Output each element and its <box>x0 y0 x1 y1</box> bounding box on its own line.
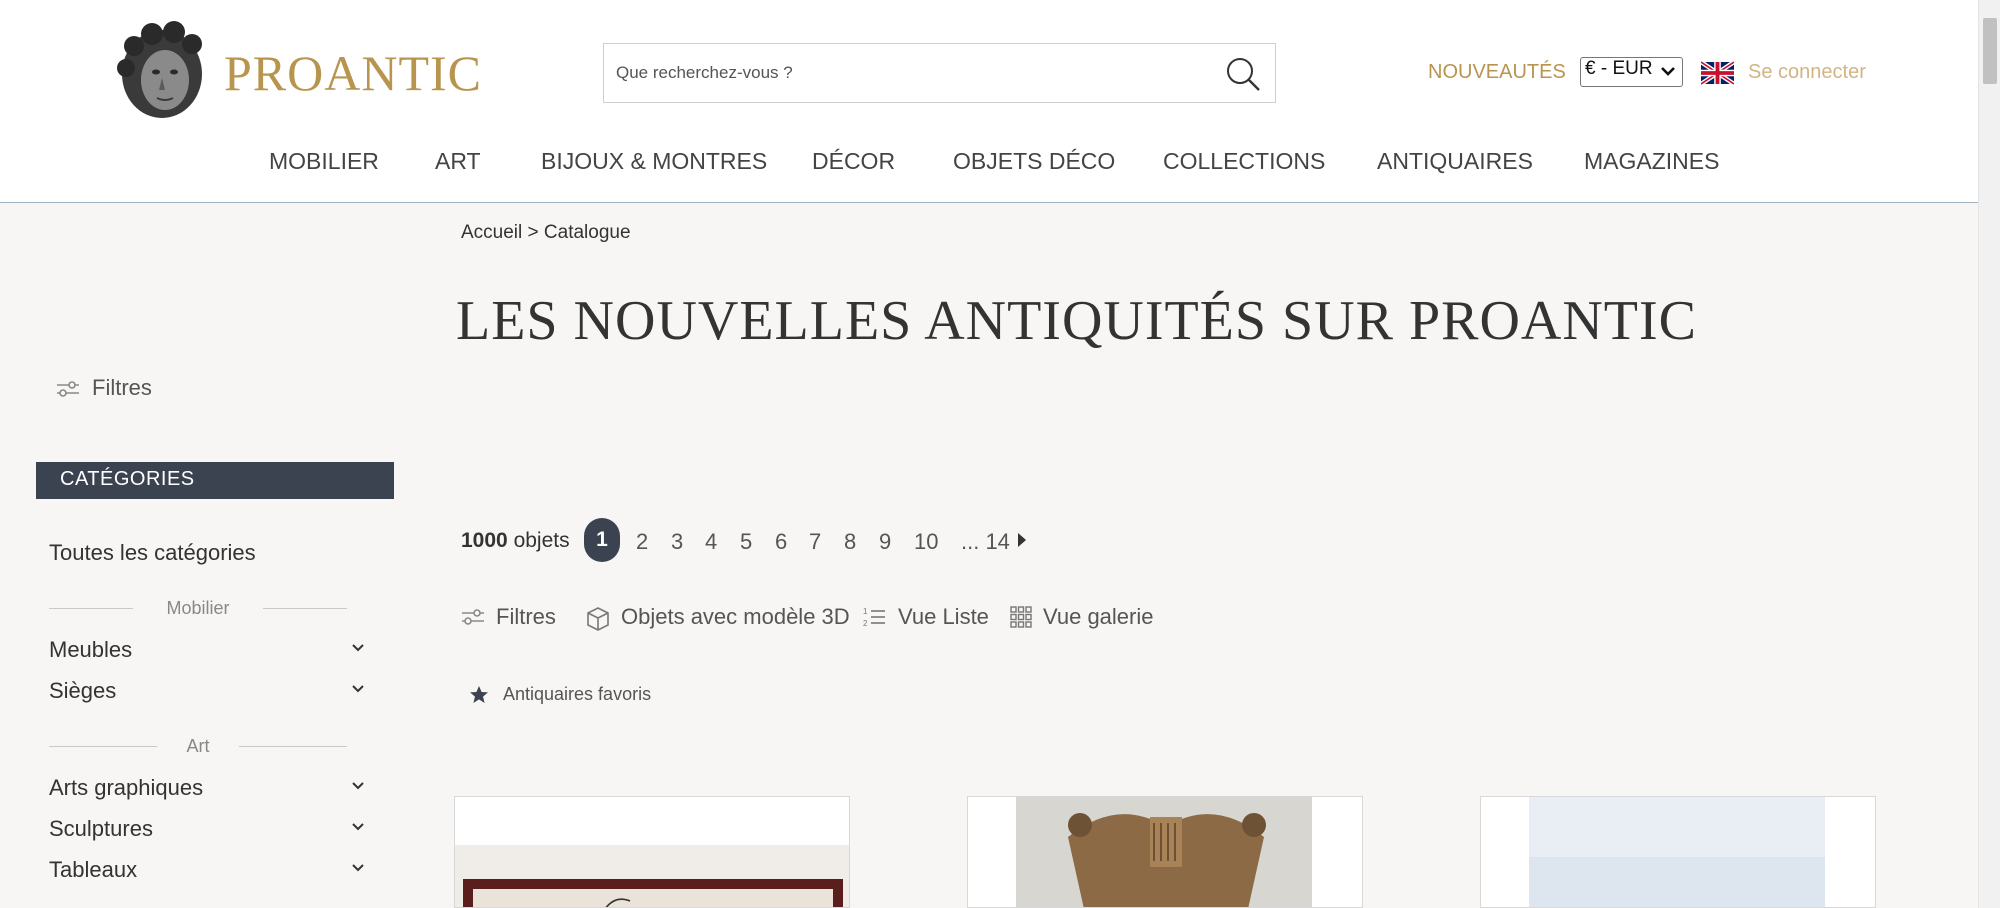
results-count-number: 1000 <box>461 529 508 552</box>
toolbar-filters-label: Filtres <box>496 604 556 629</box>
svg-text:1: 1 <box>863 607 868 616</box>
chevron-down-icon <box>352 644 364 652</box>
breadcrumb: Accueil > Catalogue <box>461 222 631 244</box>
search-button[interactable] <box>1223 54 1263 94</box>
category-item-tableaux[interactable]: Tableaux <box>49 857 365 887</box>
category-label: Meubles <box>49 637 133 662</box>
filter-icon <box>57 381 79 397</box>
nav-item-antiquaires[interactable]: ANTIQUAIRES <box>1377 148 1533 175</box>
category-label: Arts graphiques <box>49 775 204 800</box>
logo-text[interactable]: PROANTIC <box>224 44 482 102</box>
category-item-sieges[interactable]: Sièges <box>49 678 365 708</box>
breadcrumb-home[interactable]: Accueil <box>461 222 522 243</box>
search-icon <box>1227 58 1260 91</box>
page-3[interactable]: 3 <box>671 529 683 555</box>
group-title-mobilier: Mobilier <box>166 598 230 618</box>
page-1-active[interactable]: 1 <box>584 518 620 562</box>
page-scrollbar[interactable] <box>1978 0 2000 908</box>
list-view-icon: 1 2 <box>863 607 885 628</box>
cube-3d-icon <box>587 607 609 631</box>
currency-select[interactable]: € - EUR <box>1580 57 1683 87</box>
nav-item-art[interactable]: ART <box>435 148 481 175</box>
chevron-down-icon <box>352 685 364 693</box>
grid-view-icon <box>1010 606 1032 628</box>
category-item-arts-graphiques[interactable]: Arts graphiques <box>49 775 365 805</box>
logo-head-icon[interactable] <box>112 20 212 122</box>
group-separator-mobilier: Mobilier <box>49 598 347 618</box>
page-6[interactable]: 6 <box>775 529 787 555</box>
breadcrumb-current: Catalogue <box>543 222 631 243</box>
next-page-icon[interactable] <box>1016 532 1028 548</box>
login-link[interactable]: Se connecter <box>1748 61 1866 84</box>
chevron-down-icon <box>352 864 364 872</box>
product-card[interactable] <box>454 796 850 908</box>
categories-header: CATÉGORIES <box>36 462 394 499</box>
currency-value: € - EUR <box>1585 58 1653 79</box>
page-10[interactable]: 10 <box>914 529 938 555</box>
product-image <box>968 797 1362 907</box>
product-image <box>1481 797 1875 907</box>
nav-item-mobilier[interactable]: MOBILIER <box>269 148 379 175</box>
chevron-down-icon <box>352 782 364 790</box>
search-input[interactable] <box>616 44 1206 102</box>
nav-item-collections[interactable]: COLLECTIONS <box>1163 148 1325 175</box>
group-title-art: Art <box>186 736 210 756</box>
nouveautes-link[interactable]: NOUVEAUTÉS <box>1428 61 1566 84</box>
page-7[interactable]: 7 <box>809 529 821 555</box>
results-count-label: objets <box>513 529 570 552</box>
main-nav: MOBILIER ART BIJOUX & MONTRES DÉCOR OBJE… <box>0 148 1978 178</box>
search-box <box>603 43 1276 103</box>
star-icon <box>470 686 488 703</box>
favorite-dealers-label: Antiquaires favoris <box>503 684 652 704</box>
page-5[interactable]: 5 <box>740 529 752 555</box>
page-title: LES NOUVELLES ANTIQUITÉS SUR PROANTIC <box>456 290 1697 352</box>
category-label: Sièges <box>49 678 117 703</box>
page-8[interactable]: 8 <box>844 529 856 555</box>
model3d-label: Objets avec modèle 3D <box>621 604 850 629</box>
category-label: Sculptures <box>49 816 153 841</box>
nav-item-bijoux-montres[interactable]: BIJOUX & MONTRES <box>541 148 767 175</box>
list-view-label: Vue Liste <box>898 604 989 629</box>
chevron-down-icon <box>352 823 364 831</box>
svg-text:2: 2 <box>863 619 868 628</box>
sidebar-filters-label: Filtres <box>92 375 152 400</box>
category-item-meubles[interactable]: Meubles <box>49 637 365 667</box>
results-count: 1000 objets <box>461 529 570 553</box>
uk-flag-icon[interactable] <box>1701 60 1734 86</box>
page-9[interactable]: 9 <box>879 529 891 555</box>
category-label: Tableaux <box>49 857 138 882</box>
site-header: PROANTIC NOUVEAUTÉS € - EUR Se connecter… <box>0 0 1978 203</box>
gallery-view-label: Vue galerie <box>1043 604 1154 629</box>
category-item-sculptures[interactable]: Sculptures <box>49 816 365 846</box>
product-image <box>455 797 849 907</box>
scrollbar-thumb[interactable] <box>1983 18 1997 84</box>
breadcrumb-separator: > <box>527 222 539 243</box>
filter-icon <box>462 609 484 625</box>
page-4[interactable]: 4 <box>705 529 717 555</box>
product-card[interactable] <box>1480 796 1876 908</box>
nav-item-magazines[interactable]: MAGAZINES <box>1584 148 1719 175</box>
chevron-down-icon <box>1661 67 1675 76</box>
nav-item-objets-deco[interactable]: OBJETS DÉCO <box>953 148 1115 175</box>
category-all[interactable]: Toutes les catégories <box>49 540 256 566</box>
product-card[interactable] <box>967 796 1363 908</box>
page-2[interactable]: 2 <box>636 529 648 555</box>
group-separator-art: Art <box>49 736 347 756</box>
page-last[interactable]: ... 14 <box>961 529 1010 555</box>
nav-item-decor[interactable]: DÉCOR <box>812 148 895 175</box>
